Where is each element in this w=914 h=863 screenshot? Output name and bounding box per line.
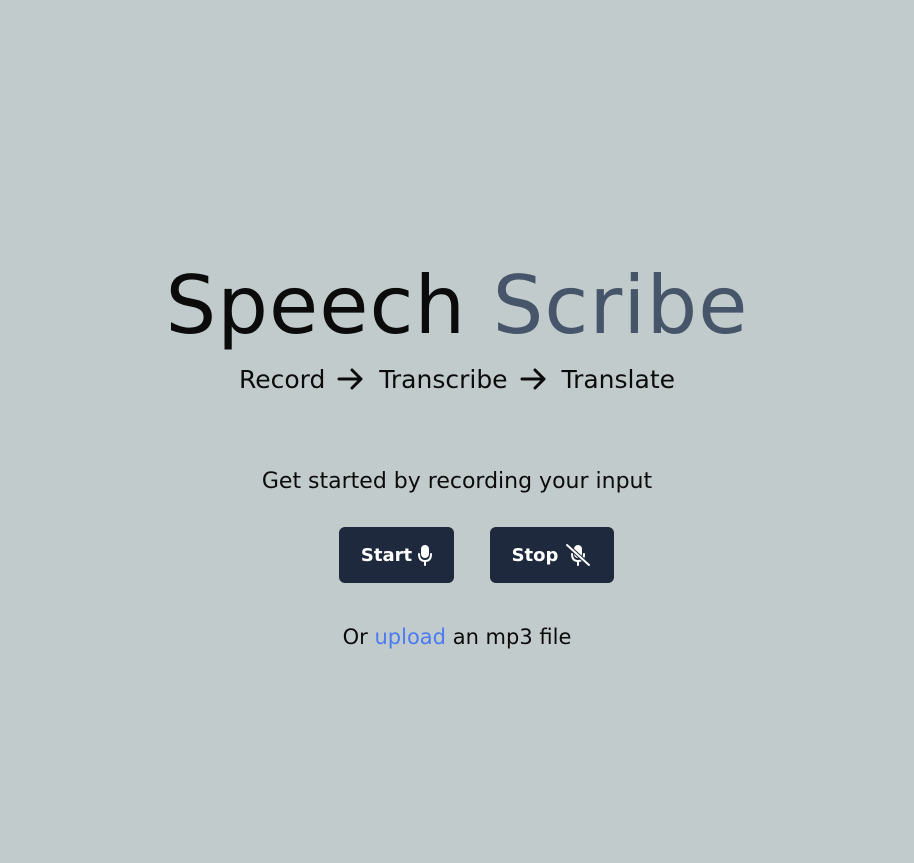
microphone-icon	[418, 545, 433, 566]
stop-button-label: Stop	[511, 544, 559, 566]
start-button[interactable]: Start	[339, 527, 454, 583]
arrow-right-icon	[520, 368, 546, 390]
tagline-step-translate: Translate	[561, 365, 675, 394]
upload-line: Or upload an mp3 file	[0, 622, 914, 652]
upload-link[interactable]: upload	[374, 625, 446, 649]
record-prompt: Get started by recording your input	[261, 469, 653, 494]
stop-button[interactable]: Stop	[490, 527, 614, 583]
microphone-slash-icon	[565, 543, 592, 567]
upload-suffix: an mp3 file	[452, 625, 572, 649]
app-title-word-scribe: Scribe	[492, 259, 749, 352]
app-title-word-speech: Speech	[165, 259, 467, 352]
arrow-right-icon	[337, 368, 363, 390]
app-title: Speech Scribe	[0, 258, 914, 354]
tagline-step-transcribe: Transcribe	[379, 365, 508, 394]
tagline-step-record: Record	[238, 365, 326, 394]
upload-prefix: Or	[342, 625, 368, 649]
tagline: Record Transcribe Translate	[0, 362, 914, 398]
start-button-label: Start	[360, 544, 413, 566]
app-root: Speech Scribe Record Transcribe Translat…	[0, 0, 914, 863]
